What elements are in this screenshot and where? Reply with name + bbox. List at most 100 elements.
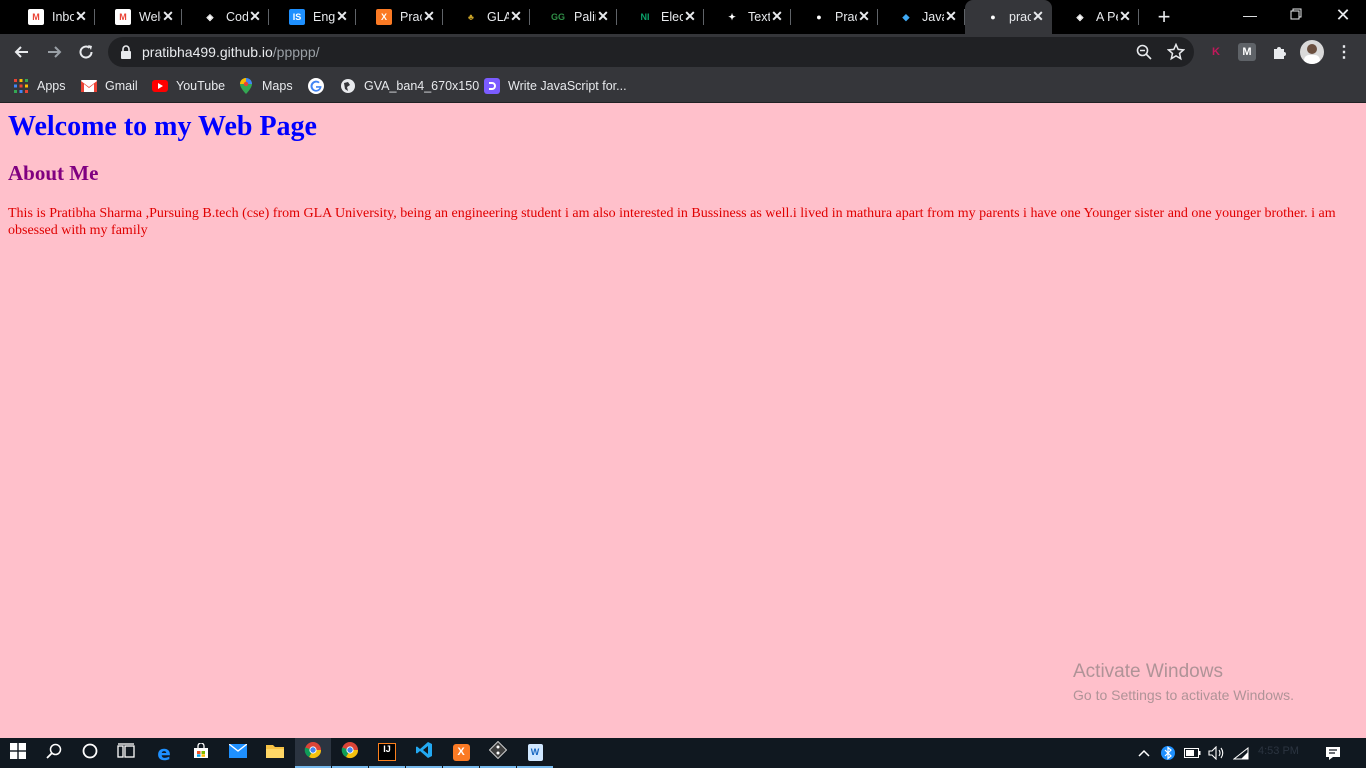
taskbar-chrome-profile[interactable] [332, 738, 368, 768]
page-title: Welcome to my Web Page [8, 111, 317, 142]
forward-button[interactable] [44, 42, 64, 62]
cortana-button[interactable] [72, 738, 108, 768]
google-icon [308, 78, 324, 94]
bookmark-label: YouTube [176, 79, 226, 93]
close-tab-icon[interactable]: ✕ [595, 8, 611, 24]
task-view-button[interactable] [108, 738, 144, 768]
menu-kebab-icon[interactable]: ⋮ [1334, 42, 1354, 62]
close-tab-icon[interactable]: ✕ [943, 8, 959, 24]
taskbar-vscode[interactable] [406, 738, 442, 768]
bookmark-google[interactable] [308, 76, 332, 96]
writer-document-icon: W [527, 743, 543, 761]
url-host: pratibha499.github.io [142, 44, 273, 60]
bookmark-star-icon[interactable] [1166, 42, 1186, 61]
tab-10[interactable]: ● Prac✕ [791, 0, 878, 34]
taskbar-clock[interactable]: 4:53 PM [1258, 745, 1299, 757]
taskbar-mail[interactable] [220, 738, 256, 768]
new-tab-button[interactable]: + [1154, 6, 1174, 28]
tab-2[interactable]: M Welc✕ [95, 0, 182, 34]
taskbar-git[interactable] [480, 738, 516, 768]
tab-title: Inbo [52, 10, 74, 24]
bookmark-gmail[interactable]: Gmail [81, 76, 138, 96]
show-hidden-icons-chevron[interactable] [1136, 745, 1152, 761]
close-tab-icon[interactable]: ✕ [73, 8, 89, 24]
tab-strip: MInbo✕MWelc✕◈Code✕ISEngl✕XPrac✕♣GLA✕GGPa… [0, 0, 1366, 34]
tab-7[interactable]: GG Palin✕ [530, 0, 617, 34]
tab-8[interactable]: NI Elect✕ [617, 0, 704, 34]
bookmark-apps[interactable]: Apps [13, 76, 66, 96]
taskbar-writer[interactable]: W [517, 738, 553, 768]
java-icon: ◆ [902, 11, 910, 22]
close-tab-icon[interactable]: ✕ [682, 8, 698, 24]
wifi-icon[interactable] [1232, 745, 1250, 761]
bookmark-gva-banner[interactable]: GVA_ban4_670x150 [340, 76, 479, 96]
bookmark-label: Gmail [105, 79, 138, 93]
tab-title: Prac [400, 10, 422, 24]
tab-1[interactable]: M Inbo ✕ [8, 0, 95, 34]
tab-4[interactable]: IS Engl✕ [269, 0, 356, 34]
zoom-icon[interactable] [1135, 43, 1153, 61]
lock-icon[interactable] [120, 45, 132, 64]
close-tab-icon[interactable]: ✕ [508, 8, 524, 24]
globe-icon [340, 78, 356, 94]
back-button[interactable] [12, 42, 32, 62]
close-window-button[interactable]: ✕ [1333, 5, 1353, 25]
close-tab-icon[interactable]: ✕ [334, 8, 350, 24]
bluetooth-icon[interactable] [1160, 745, 1176, 761]
js-site-icon [484, 78, 500, 94]
tab-6[interactable]: ♣ GLA ✕ [443, 0, 530, 34]
taskbar-intellij[interactable]: IJ [369, 738, 405, 768]
tab-3[interactable]: ◈ Code✕ [182, 0, 269, 34]
restore-button[interactable] [1286, 5, 1306, 25]
is-icon: IS [289, 9, 305, 25]
windows-logo-icon [10, 742, 26, 764]
extension-m-icon[interactable]: M [1238, 43, 1256, 61]
extensions-puzzle-icon[interactable] [1270, 42, 1290, 62]
start-button[interactable] [0, 738, 36, 768]
tab-title: Text [748, 10, 770, 24]
close-tab-icon[interactable]: ✕ [160, 8, 176, 24]
taskbar-chrome[interactable] [295, 738, 331, 768]
tab-title: Palin [574, 10, 596, 24]
address-bar[interactable]: pratibha499.github.io/ppppp/ [108, 37, 1194, 67]
store-bag-icon [193, 741, 209, 764]
bookmark-label: GVA_ban4_670x150 [364, 79, 480, 93]
bookmark-maps[interactable]: Maps [238, 76, 293, 96]
bookmark-youtube[interactable]: YouTube [152, 76, 225, 96]
gla-icon: ♣ [468, 11, 474, 22]
windows-taskbar: e IJ X W 4:53 PM [0, 738, 1366, 768]
bookmark-label: Write JavaScript for... [508, 79, 627, 93]
tab-5[interactable]: X Prac✕ [356, 0, 443, 34]
gmail-icon [81, 78, 97, 94]
extension-k-icon[interactable]: K [1206, 42, 1226, 62]
bookmarks-bar: Apps Gmail YouTube Maps GVA_ban4_670x150… [0, 70, 1366, 103]
profile-avatar[interactable] [1300, 40, 1324, 64]
taskbar-store[interactable] [183, 738, 219, 768]
close-tab-icon[interactable]: ✕ [1030, 8, 1046, 24]
taskbar-file-explorer[interactable] [257, 738, 293, 768]
taskbar-xampp[interactable]: X [443, 738, 479, 768]
chrome-icon [341, 741, 359, 764]
close-tab-icon[interactable]: ✕ [421, 8, 437, 24]
tab-12[interactable]: ● prac ✕ [965, 0, 1052, 34]
tab-separator [1138, 9, 1139, 25]
close-tab-icon[interactable]: ✕ [247, 8, 263, 24]
close-tab-icon[interactable]: ✕ [769, 8, 785, 24]
battery-icon[interactable] [1183, 745, 1201, 761]
tab-11[interactable]: ◆ Java✕ [878, 0, 965, 34]
activate-windows-watermark: Activate Windows Go to Settings to activ… [1073, 661, 1294, 703]
tab-13[interactable]: ◈ A Pe✕ [1052, 0, 1139, 34]
notification-center-icon[interactable] [1324, 745, 1342, 761]
volume-icon[interactable] [1207, 745, 1225, 761]
close-tab-icon[interactable]: ✕ [1117, 8, 1133, 24]
watermark-subtitle: Go to Settings to activate Windows. [1073, 687, 1294, 703]
taskbar-edge[interactable]: e [146, 738, 182, 768]
bookmark-write-javascript[interactable]: Write JavaScript for... [484, 76, 627, 96]
tab-9[interactable]: ✦ Text ✕ [704, 0, 791, 34]
task-view-icon [117, 742, 135, 764]
minimize-button[interactable]: — [1240, 5, 1260, 25]
reload-button[interactable] [76, 42, 96, 62]
bookmark-label: Apps [37, 79, 66, 93]
search-button[interactable] [36, 738, 72, 768]
close-tab-icon[interactable]: ✕ [856, 8, 872, 24]
